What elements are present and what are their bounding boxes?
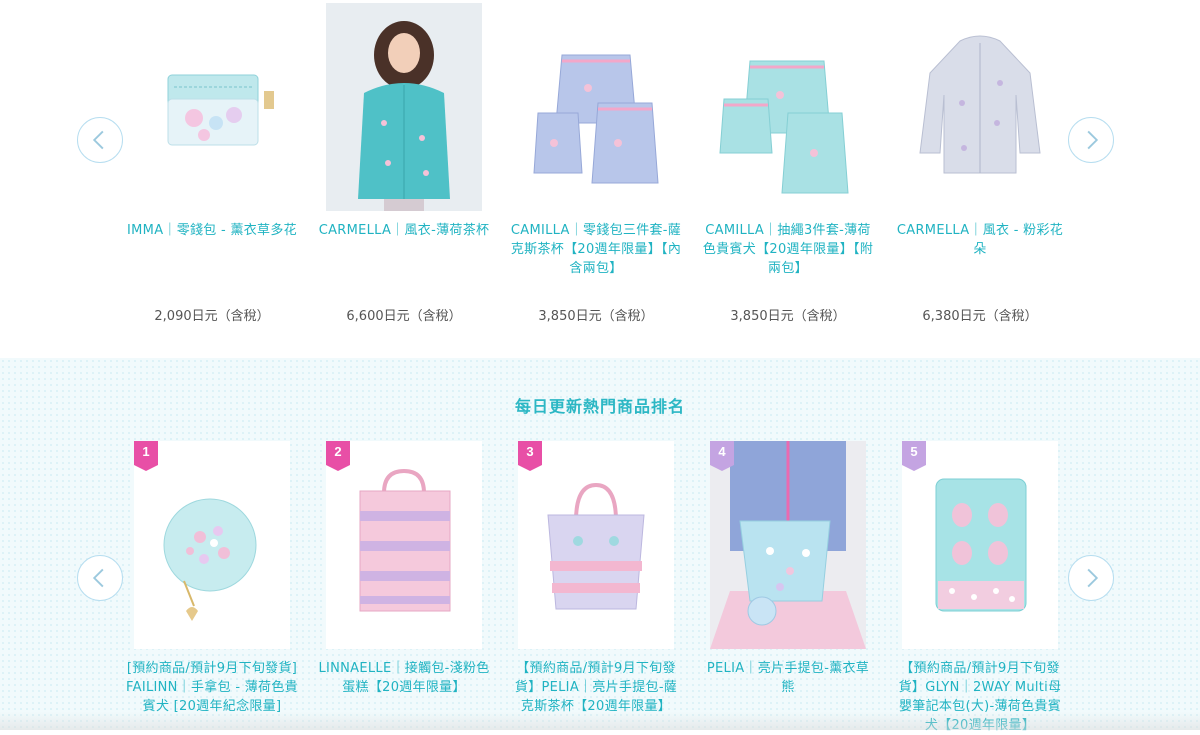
rank-badge: 4 bbox=[710, 441, 736, 471]
product-price: 6,380日元（含稅） bbox=[922, 309, 1038, 324]
chevron-left-icon bbox=[92, 568, 104, 588]
product-price: 3,850日元（含稅） bbox=[730, 309, 846, 324]
chevron-right-icon bbox=[1087, 568, 1099, 588]
product-image-tote-bag[interactable] bbox=[518, 441, 674, 649]
product-price: 2,090日元（含稅） bbox=[154, 309, 270, 324]
product-name[interactable]: PELIA｜亮片手提包-薰衣草熊 bbox=[702, 659, 874, 697]
product-name[interactable]: CAMILLA｜抽繩3件套-薄荷色貴賓犬【20週年限量】【附兩包】 bbox=[702, 221, 874, 278]
rank-number: 4 bbox=[718, 444, 726, 459]
product-image-coin-pouch[interactable] bbox=[134, 441, 290, 649]
bottom-fade bbox=[0, 712, 1200, 730]
product-image-jacket[interactable] bbox=[902, 3, 1058, 211]
chevron-right-icon bbox=[1087, 130, 1099, 150]
product-image-pouch[interactable] bbox=[134, 3, 290, 211]
product-name[interactable]: CAMILLA｜零錢包三件套-薩克斯茶杯【20週年限量】【內含兩包】 bbox=[510, 221, 682, 278]
product-image-notebook-case[interactable] bbox=[902, 441, 1058, 649]
product-image-lesson-bag[interactable] bbox=[326, 441, 482, 649]
ranking-prev-button[interactable] bbox=[77, 555, 123, 601]
rank-number: 2 bbox=[334, 444, 342, 459]
product-name[interactable]: CARMELLA｜風衣 - 粉彩花朵 bbox=[894, 221, 1066, 259]
product-name[interactable]: CARMELLA｜風衣-薄荷茶杯 bbox=[318, 221, 490, 240]
rank-badge: 1 bbox=[134, 441, 160, 471]
rank-number: 3 bbox=[526, 444, 534, 459]
rank-badge: 2 bbox=[326, 441, 352, 471]
product-image-drawstring-bags[interactable] bbox=[710, 3, 866, 211]
product-name[interactable]: [預約商品/預計9月下旬發貨] FAILINN｜手拿包 - 薄荷色貴賓犬 [20… bbox=[126, 659, 298, 716]
product-name[interactable]: 【預約商品/預計9月下旬發貨】PELIA｜亮片手提包-薩克斯茶杯【20週年限量】 bbox=[510, 659, 682, 716]
product-image-drawstring-bags[interactable] bbox=[518, 3, 674, 211]
rank-number: 1 bbox=[142, 444, 150, 459]
product-price: 3,850日元（含稅） bbox=[538, 309, 654, 324]
product-name[interactable]: IMMA｜零錢包 - 薰衣草多花 bbox=[126, 221, 298, 240]
ranking-title: 每日更新熱門商品排名 bbox=[514, 397, 685, 416]
product-price: 6,600日元（含稅） bbox=[346, 309, 462, 324]
carousel-prev-button[interactable] bbox=[77, 117, 123, 163]
rank-badge: 3 bbox=[518, 441, 544, 471]
product-name[interactable]: LINNAELLE｜接觸包-淺粉色蛋糕【20週年限量】 bbox=[318, 659, 490, 697]
ranking-next-button[interactable] bbox=[1068, 555, 1114, 601]
rank-number: 5 bbox=[910, 444, 918, 459]
rank-badge: 5 bbox=[902, 441, 928, 471]
product-image-jacket-model[interactable] bbox=[326, 3, 482, 211]
new-items-carousel: IMMA｜零錢包 - 薰衣草多花 2,090日元（含稅） CARMELLA｜風衣… bbox=[0, 0, 1200, 358]
carousel-next-button[interactable] bbox=[1068, 117, 1114, 163]
product-image-sequin-bag-model[interactable] bbox=[710, 441, 866, 649]
chevron-left-icon bbox=[92, 130, 104, 150]
